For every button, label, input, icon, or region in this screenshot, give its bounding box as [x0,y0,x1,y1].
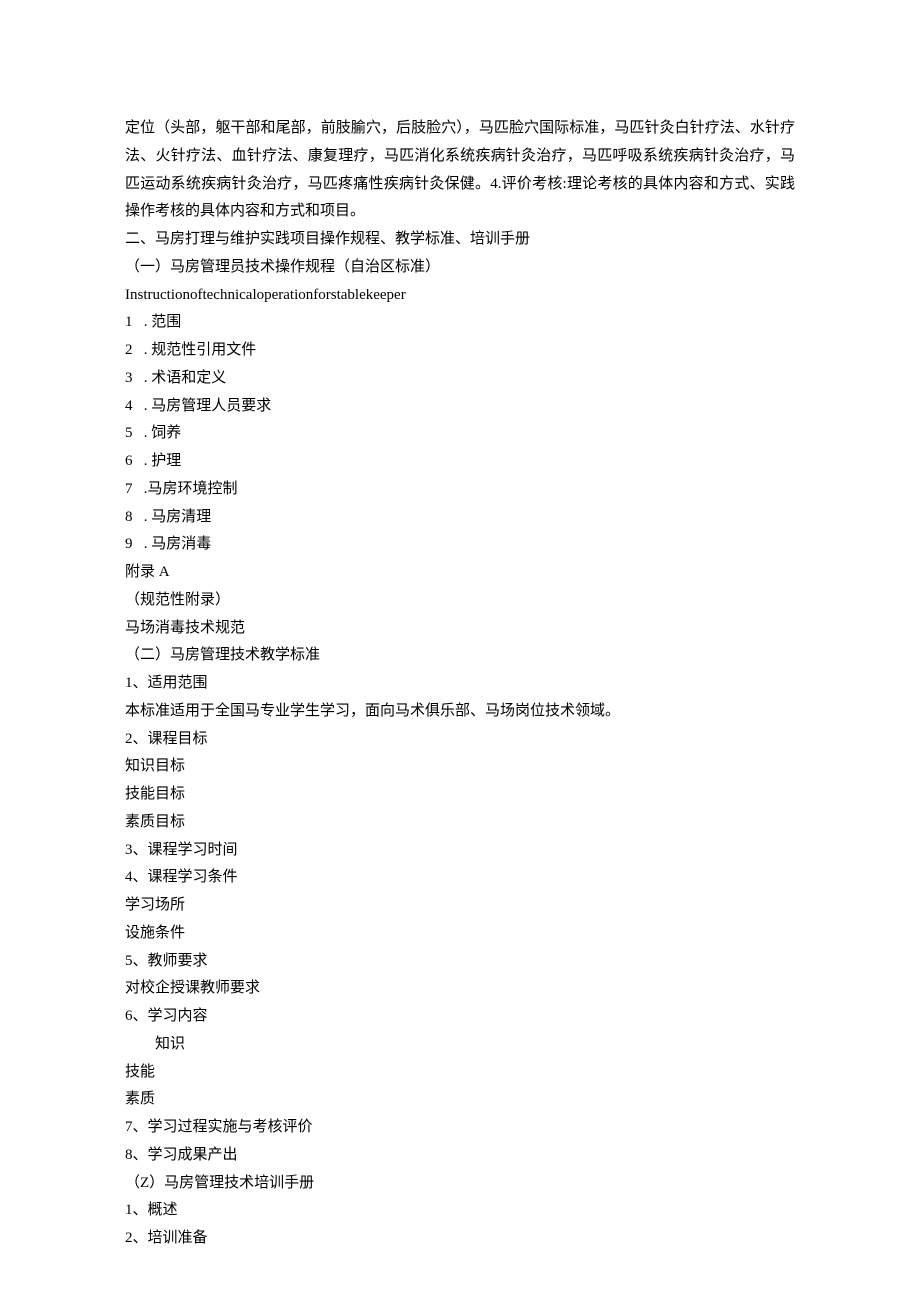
list-item: 7 .马房环境控制 [125,476,795,504]
subsection-1-english: Instructionoftechnicaloperationforstable… [125,282,795,310]
subsection-2-title: （二）马房管理技术教学标准 [125,642,795,670]
text-line: 5、教师要求 [125,948,795,976]
list-item: 1 . 范围 [125,309,795,337]
appendix-a-note: （规范性附录） [125,587,795,615]
list-item: 5 . 饲养 [125,420,795,448]
text-line: 3、课程学习时间 [125,837,795,865]
text-line-indented: 知识 [125,1031,795,1059]
appendix-a-heading: 附录 A [125,559,795,587]
text-line: 学习场所 [125,892,795,920]
text-line: 知识目标 [125,753,795,781]
subsection-3-title: （Z）马房管理技术培训手册 [125,1170,795,1198]
text-line: 技能 [125,1059,795,1087]
heading-section-2: 二、马房打理与维护实践项目操作规程、教学标准、培训手册 [125,226,795,254]
text-line: 技能目标 [125,781,795,809]
text-line: 6、学习内容 [125,1003,795,1031]
list-item: 8 . 马房清理 [125,504,795,532]
list-item: 2 . 规范性引用文件 [125,337,795,365]
subsection-1-title: （一）马房管理员技术操作规程（自治区标准） [125,254,795,282]
text-line: 7、学习过程实施与考核评价 [125,1114,795,1142]
text-line: 素质目标 [125,809,795,837]
list-1: 1 . 范围 2 . 规范性引用文件 3 . 术语和定义 4 . 马房管理人员要… [125,309,795,559]
text-line: 1、适用范围 [125,670,795,698]
text-line: 1、概述 [125,1197,795,1225]
list-item: 3 . 术语和定义 [125,365,795,393]
text-line: 本标准适用于全国马专业学生学习，面向马术俱乐部、马场岗位技术领域。 [125,698,795,726]
intro-paragraph: 定位（头部，躯干部和尾部，前肢腧穴，后肢脸穴），马匹脸穴国际标准，马匹针灸白针疗… [125,115,795,226]
list-item: 9 . 马房消毒 [125,531,795,559]
text-line: 设施条件 [125,920,795,948]
list-item: 4 . 马房管理人员要求 [125,393,795,421]
text-line: 素质 [125,1086,795,1114]
text-line: 8、学习成果产出 [125,1142,795,1170]
document-content: 定位（头部，躯干部和尾部，前肢腧穴，后肢脸穴），马匹脸穴国际标准，马匹针灸白针疗… [125,115,795,1253]
text-line: 2、课程目标 [125,726,795,754]
text-line: 2、培训准备 [125,1225,795,1253]
text-line: 4、课程学习条件 [125,864,795,892]
appendix-a-content: 马场消毒技术规范 [125,615,795,643]
text-line: 对校企授课教师要求 [125,975,795,1003]
list-item: 6 . 护理 [125,448,795,476]
